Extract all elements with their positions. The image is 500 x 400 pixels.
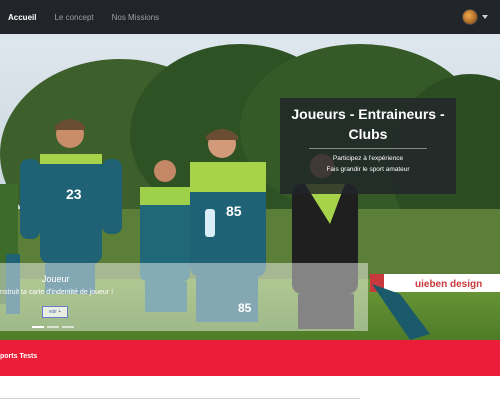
carousel-indicator-2[interactable] (47, 326, 59, 328)
nav-accueil[interactable]: Accueil (8, 13, 36, 22)
red-banner-text: ports Tests (0, 353, 38, 360)
user-avatar-icon[interactable] (462, 9, 478, 25)
divider (0, 398, 360, 399)
hero-overlay-divider (309, 148, 427, 149)
jersey-number-85: 85 (226, 203, 242, 219)
user-menu[interactable] (462, 9, 488, 25)
hero-overlay-line-2: Fais grandir le sport amateur (326, 166, 410, 173)
hero-overlay: Joueurs - Entraineurs - Clubs Participez… (280, 98, 456, 194)
caret-down-icon[interactable] (482, 15, 488, 19)
jersey-number-23: 23 (66, 186, 82, 202)
nav-nos-missions[interactable]: Nos Missions (112, 13, 160, 22)
hero-overlay-title: Joueurs - Entraineurs - Clubs (291, 106, 445, 142)
navbar: Accueil Le concept Nos Missions (0, 0, 500, 34)
carousel-caption: Joueur nstruit ta carte d'indentité de j… (0, 263, 368, 331)
hero-overlay-line-1: Participez à l'expérience (332, 155, 404, 162)
carousel-indicator-3[interactable] (62, 326, 74, 328)
nav-le-concept[interactable]: Le concept (54, 13, 93, 22)
carousel-caption-text: nstruit ta carte d'indentité de joueur ! (0, 289, 114, 296)
carousel-indicator-1[interactable] (32, 326, 44, 328)
banner-text: uieben design (415, 279, 482, 290)
red-banner: ports Tests (0, 340, 500, 376)
voir-plus-button[interactable]: voir + (42, 306, 68, 318)
carousel-caption-title: Joueur (42, 274, 70, 284)
carousel-indicators (32, 326, 74, 328)
